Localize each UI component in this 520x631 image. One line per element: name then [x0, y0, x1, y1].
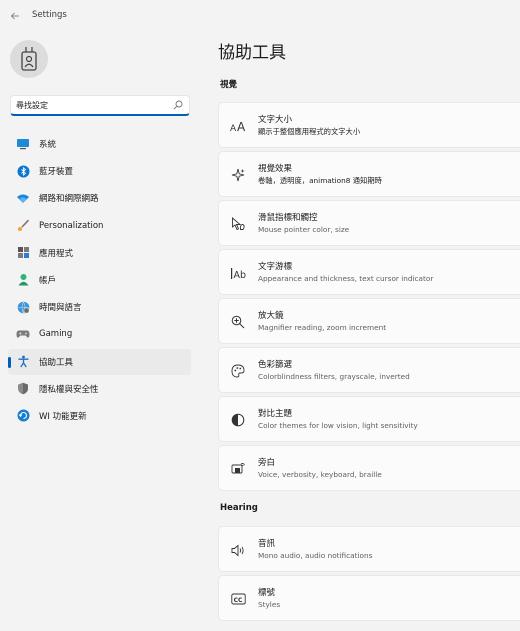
sidebar-item-time-language[interactable]: 時間與語言 [8, 294, 191, 320]
card-title: 對比主題 [258, 409, 293, 419]
sidebar-item-label: WI 功能更新 [39, 411, 87, 422]
card-title: 旁白 [258, 458, 276, 468]
globe-clock-icon [16, 300, 30, 314]
card-subtitle: Mono audio, audio notifications [258, 551, 373, 560]
card-title: 文字大小 [258, 115, 293, 125]
captions-icon: CC [230, 591, 246, 607]
magnifier-icon [230, 314, 246, 330]
search-text[interactable]: 尋找設定 [16, 100, 48, 111]
sidebar-item-label: 時間與語言 [39, 303, 82, 314]
person-icon [16, 273, 30, 287]
card-title: 標號 [258, 588, 276, 598]
page-title: 協助工具 [218, 43, 286, 63]
sidebar-item-label: Personalization [39, 220, 104, 231]
card-title: 音訊 [258, 539, 276, 549]
sidebar-item-privacy[interactable]: 隱私權與安全性 [8, 376, 191, 402]
sidebar-item-label: 應用程式 [39, 248, 74, 259]
setting-card-magnifier[interactable]: 放大鏡 Magnifier reading, zoom increment [218, 298, 520, 344]
contrast-icon [230, 412, 246, 428]
setting-card-color-filters[interactable]: 色彩篩選 Colorblindness filters, grayscale, … [218, 347, 520, 393]
svg-text:Ab: Ab [234, 270, 247, 280]
section-title-vision: 視覺 [220, 80, 238, 90]
narrator-icon [230, 461, 246, 477]
speaker-icon [230, 542, 246, 558]
apps-icon [16, 246, 30, 260]
setting-card-mouse-pointer[interactable]: 滑鼠指標和觸控 Mouse pointer color, size [218, 200, 520, 246]
svg-text:A: A [237, 120, 246, 132]
sidebar-item-bluetooth[interactable]: 藍牙裝置 [8, 158, 191, 184]
sidebar-item-label: 藍牙裝置 [39, 167, 74, 178]
setting-card-audio[interactable]: 音訊 Mono audio, audio notifications [218, 526, 520, 572]
back-button[interactable] [6, 7, 24, 25]
sidebar-item-label: Gaming [39, 329, 73, 340]
text-cursor-icon: Ab [230, 265, 246, 281]
text-size-icon: AA [230, 118, 246, 134]
sidebar-item-accessibility[interactable]: 協助工具 [8, 348, 191, 375]
monitor-icon [16, 137, 30, 151]
sidebar-item-label: 網路和網際網路 [39, 194, 99, 205]
sidebar-item-gaming[interactable]: Gaming [8, 321, 191, 347]
sidebar-item-network[interactable]: 網路和網際網路 [8, 185, 191, 211]
card-subtitle: Color themes for low vision, light sensi… [258, 421, 418, 430]
search-icon[interactable] [173, 100, 183, 110]
card-title: 視覺效果 [258, 164, 293, 174]
setting-card-narrator[interactable]: 旁白 Voice, verbosity, keyboard, braille [218, 445, 520, 491]
sparkle-icon [230, 167, 246, 183]
sidebar-item-label: 隱私權與安全性 [39, 384, 99, 395]
shield-icon [16, 382, 30, 396]
card-subtitle: Mouse pointer color, size [258, 225, 350, 234]
card-subtitle: Styles [258, 600, 281, 609]
section-title-hearing: Hearing [220, 503, 258, 513]
palette-icon [230, 363, 246, 379]
card-title: 色彩篩選 [258, 360, 293, 370]
brush-icon [16, 219, 30, 233]
card-title: 文字游標 [258, 262, 293, 272]
window-title: Settings [32, 10, 67, 20]
update-icon [16, 409, 30, 423]
card-title: 放大鏡 [258, 311, 284, 321]
card-subtitle: 卷軸，透明度，animation8 通知期時 [258, 176, 382, 185]
sidebar-nav: 系統 藍牙裝置 網路和網際網路 Personalization 應用程式 帳戶 … [8, 131, 191, 430]
pointer-icon [230, 216, 246, 232]
card-title: 滑鼠指標和觸控 [258, 213, 318, 223]
bluetooth-icon [16, 164, 30, 178]
card-subtitle: Voice, verbosity, keyboard, braille [258, 470, 382, 479]
card-subtitle: Magnifier reading, zoom increment [258, 323, 387, 332]
sidebar-item-label: 協助工具 [39, 357, 74, 368]
sidebar-item-personalization[interactable]: Personalization [8, 213, 191, 239]
search-input[interactable]: 尋找設定 [10, 95, 190, 116]
back-arrow-icon [10, 12, 19, 20]
sidebar-item-label: 帳戶 [39, 275, 57, 286]
sidebar-item-system[interactable]: 系統 [8, 131, 191, 157]
setting-card-contrast-themes[interactable]: 對比主題 Color themes for low vision, light … [218, 396, 520, 442]
sidebar-item-windows-update[interactable]: WI 功能更新 [8, 403, 191, 429]
gamepad-icon [16, 327, 30, 341]
setting-card-text-size[interactable]: AA 文字大小 顯示于整個應用程式的文字大小 [218, 102, 520, 148]
setting-card-captions[interactable]: CC 標號 Styles [218, 575, 520, 621]
setting-card-visual-effects[interactable]: 視覺效果 卷軸，透明度，animation8 通知期時 [218, 151, 520, 197]
svg-text:CC: CC [233, 597, 242, 604]
badge-icon [21, 47, 37, 71]
sidebar-item-label: 系統 [39, 140, 57, 150]
card-subtitle: Colorblindness filters, grayscale, inver… [258, 372, 410, 381]
avatar[interactable] [10, 40, 48, 78]
wifi-icon [16, 191, 30, 205]
sidebar-item-apps[interactable]: 應用程式 [8, 240, 191, 266]
accessibility-icon [16, 355, 30, 369]
card-subtitle: 顯示于整個應用程式的文字大小 [258, 127, 361, 136]
sidebar-item-accounts[interactable]: 帳戶 [8, 267, 191, 293]
setting-card-text-cursor[interactable]: Ab 文字游標 Appearance and thickness, text c… [218, 249, 520, 295]
svg-text:A: A [230, 124, 237, 132]
card-subtitle: Appearance and thickness, text cursor in… [258, 274, 434, 283]
title-bar: Settings [0, 0, 520, 32]
